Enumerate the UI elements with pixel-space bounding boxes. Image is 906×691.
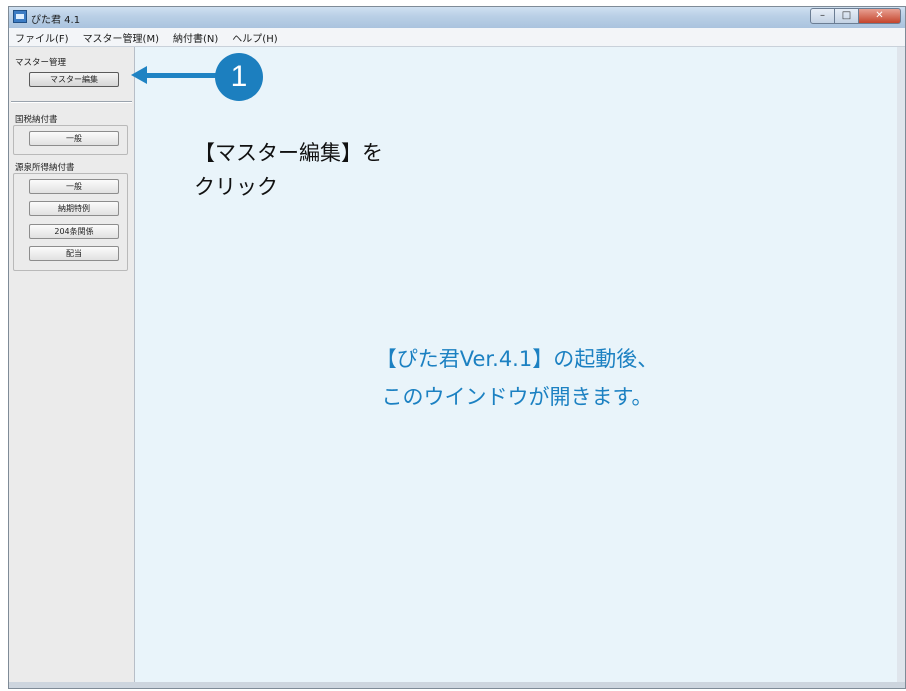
close-button[interactable]: ✕ [859,8,901,24]
menu-master[interactable]: マスター管理(M) [83,30,159,45]
callout-line1: 【マスター編集】を [194,141,383,165]
sidebar-divider [11,101,132,103]
sidebar: マスター管理 マスター編集 国税納付書 一般 源泉所得納付書 一般 納期特例 2… [9,47,135,682]
startup-message: 【ぴた君Ver.4.1】の起動後、 このウインドウが開きます。 [136,340,898,416]
master-edit-button[interactable]: マスター編集 [29,72,119,87]
national-tax-section-label: 国税納付書 [15,115,58,125]
app-icon [13,10,27,23]
menu-bar: ファイル(F) マスター管理(M) 納付書(N) ヘルプ(H) [9,28,905,47]
menu-help[interactable]: ヘルプ(H) [232,30,277,45]
arrow-shaft [145,73,225,78]
maximize-button[interactable]: □ [835,8,859,24]
menu-payment-slip[interactable]: 納付書(N) [173,30,218,45]
master-section-label: マスター管理 [15,58,67,68]
withholding-section-label: 源泉所得納付書 [15,163,75,173]
startup-message-line1: 【ぴた君Ver.4.1】の起動後、 [375,347,659,371]
callout-text: 【マスター編集】を クリック [194,136,383,204]
startup-message-line2: このウインドウが開きます。 [381,385,653,409]
title-bar[interactable]: ぴた君 4.1 – □ ✕ [9,7,905,28]
national-tax-general-button[interactable]: 一般 [29,131,119,146]
callout-line2: クリック [194,175,278,199]
window-controls: – □ ✕ [810,8,901,24]
right-edge [897,47,905,682]
withholding-special-button[interactable]: 納期特例 [29,201,119,216]
menu-file[interactable]: ファイル(F) [15,30,69,45]
withholding-dividend-button[interactable]: 配当 [29,246,119,261]
window-title: ぴた君 4.1 [31,15,81,26]
minimize-button[interactable]: – [810,8,835,24]
withholding-general-button[interactable]: 一般 [29,179,119,194]
withholding-204-button[interactable]: 204条関係 [29,224,119,239]
status-bar [9,682,905,688]
step-number-badge: 1 [215,53,263,101]
